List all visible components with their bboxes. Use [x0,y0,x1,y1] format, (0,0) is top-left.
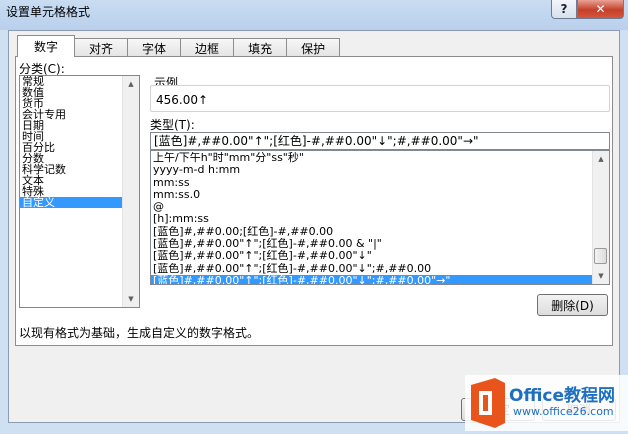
format-item[interactable]: yyyy-m-d h:mm [151,164,609,176]
question-icon: ? [560,2,568,16]
watermark-logo: Office教程网 www.office26.com [465,375,628,431]
format-item[interactable]: [蓝色]#,##0.00"↑";[红色]-#,##0.00"↓";#,##0.0… [151,263,609,275]
scroll-up-icon[interactable]: ▲ [593,151,609,167]
example-box: 456.00↑ [150,85,610,112]
format-list[interactable]: 上午/下午h"时"mm"分"ss"秒" yyyy-m-d h:mm mm:ss mm:… [150,150,610,285]
format-item[interactable]: mm:ss.0 [151,189,609,201]
format-item[interactable]: [蓝色]#,##0.00"↑";[红色]-#,##0.00 & "|" [151,238,609,250]
number-tab-panel: 分类(C): 常规 数值 货币 会计专用 日期 时间 百分比 分数 科学记数 文本 特殊 自定义 ▲ … [15,56,613,346]
close-icon: ✕ [595,2,606,16]
tab-strip: 数字 对齐 字体 边框 填充 保护 [17,35,341,57]
scroll-thumb[interactable] [594,248,607,264]
format-item[interactable]: mm:ss [151,177,609,189]
format-description: 以现有格式为基础，生成自定义的数字格式。 [19,326,260,340]
delete-button[interactable]: 删除(D) [537,294,608,316]
tab-border[interactable]: 边框 [180,38,235,57]
category-list[interactable]: 常规 数值 货币 会计专用 日期 时间 百分比 分数 科学记数 文本 特殊 自定义 ▲ ▼ [19,75,140,308]
format-item[interactable]: [h]:mm:ss [151,213,609,225]
format-item[interactable]: 上午/下午h"时"mm"分"ss"秒" [151,152,609,164]
watermark-url: www.office26.com [513,405,614,418]
type-label: 类型(T): [150,118,195,132]
format-item[interactable]: [蓝色]#,##0.00"↑";[红色]-#,##0.00"↓";#,##0.0… [151,274,609,284]
tab-fill[interactable]: 填充 [233,38,288,57]
help-button[interactable]: ? [551,0,577,19]
format-item[interactable]: @ [151,201,609,213]
type-input[interactable]: [蓝色]#,##0.00"↑";[红色]-#,##0.00"↓";#,##0.0… [150,132,610,150]
scroll-down-icon[interactable]: ▼ [593,268,609,284]
scroll-down-icon[interactable]: ▼ [123,291,139,307]
watermark-brand: Office教程网 [509,386,616,406]
dialog-body: 数字 对齐 字体 边框 填充 保护 分类(C): 常规 数值 货币 会计专用 日期 时间百… [8,30,620,423]
format-item[interactable]: [蓝色]#,##0.00;[红色]-#,##0.00 [151,226,609,238]
category-scrollbar[interactable]: ▲ ▼ [122,76,139,307]
format-item[interactable]: [蓝色]#,##0.00"↑";[红色]-#,##0.00"↓" [151,250,609,262]
tab-number[interactable]: 数字 [17,35,76,57]
tab-protection[interactable]: 保护 [286,38,341,57]
title-bar: 设置单元格格式 ? ✕ [0,0,628,30]
close-button[interactable]: ✕ [577,0,624,19]
tab-alignment[interactable]: 对齐 [74,38,129,57]
tab-font[interactable]: 字体 [127,38,182,57]
window-title: 设置单元格格式 [6,5,91,19]
format-scrollbar[interactable]: ▲ ▼ [592,151,609,284]
example-value: 456.00↑ [156,93,209,107]
scroll-up-icon[interactable]: ▲ [123,76,139,92]
